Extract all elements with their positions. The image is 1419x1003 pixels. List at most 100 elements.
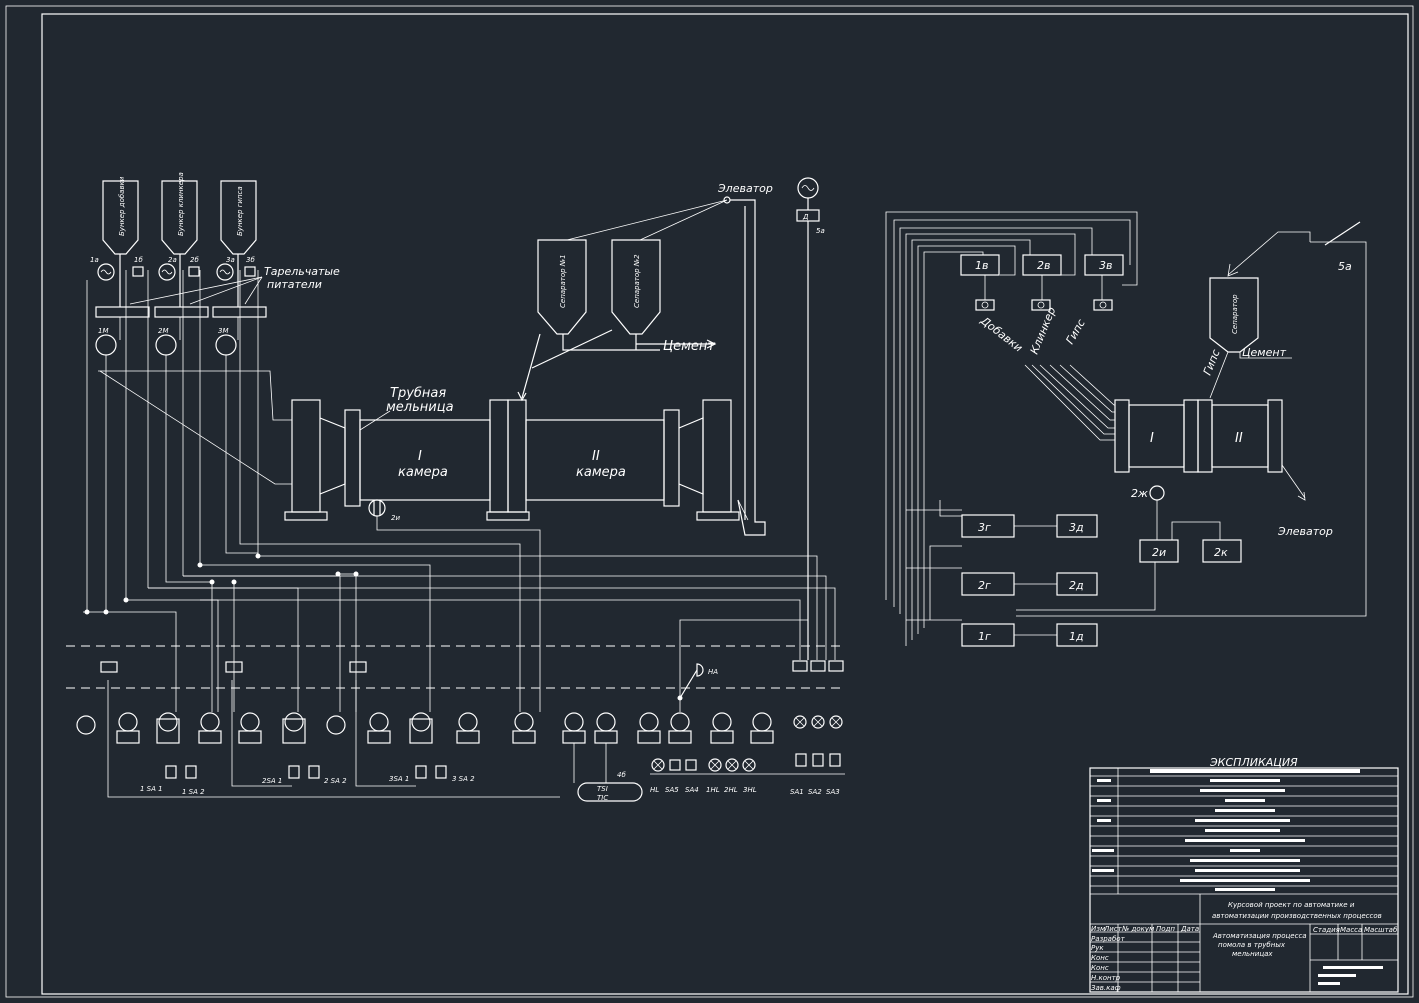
role-2: Рук — [1091, 944, 1104, 952]
tag-5a-right: 5а — [1338, 260, 1352, 273]
tag-2a: 2а — [168, 256, 177, 264]
mat-klinker: Клинкер — [1028, 305, 1059, 356]
block-2i: 2и — [1152, 546, 1166, 559]
lamp-sa5: SA5 — [665, 786, 679, 794]
role-3: Конс — [1091, 954, 1109, 962]
panel-instruments — [76, 712, 843, 744]
elevator-label: Элеватор — [717, 182, 773, 195]
lamp-3hl: 3HL — [743, 786, 757, 794]
right-chamber-2: II — [1235, 431, 1243, 446]
block-1d: 1д — [1069, 630, 1084, 643]
title-block: ЭКСПЛИКАЦИЯ Курсовой проект по автоматик… — [1089, 756, 1399, 993]
chamber1-label: камера — [398, 465, 448, 480]
feeders-label-2: питатели — [267, 278, 322, 291]
block-1g: 1г — [978, 630, 991, 643]
lamp-sa1: SA1 — [790, 788, 804, 796]
lamp-sa4: SA4 — [685, 786, 699, 794]
separator-1: Сепаратор №1 — [537, 239, 587, 335]
right-gips: Гипс — [1201, 348, 1223, 377]
block-2d: 2д — [1069, 579, 1084, 592]
bunker-2: Бункер клинкера — [161, 172, 198, 255]
tag-3m: 3М — [218, 327, 229, 335]
tag-1a: 1а — [90, 256, 99, 264]
tube-mill: Трубная мельница I камера II камера 2и — [284, 386, 740, 522]
separator-1-label: Сепаратор №1 — [559, 254, 567, 308]
lamp-1hl: 1HL — [706, 786, 720, 794]
role-6: Зав.каф — [1091, 984, 1121, 992]
chamber2-label: камера — [576, 465, 626, 480]
tag-2m: 2М — [158, 327, 169, 335]
ctrl-2v: 2в — [1037, 259, 1050, 272]
block-2g: 2г — [978, 579, 991, 592]
project-line-1: Курсовой проект по автоматике и — [1228, 901, 1355, 909]
mill-label-1: Трубная — [390, 386, 446, 401]
tag-3b: 3б — [246, 256, 255, 264]
left-scheme: Бункер добавки Бункер клинкера Бункер ги… — [66, 172, 846, 802]
tag-5a: 5а — [816, 227, 825, 235]
lamp-hl: HL — [650, 786, 659, 794]
bunker-3: Бункер гипса — [220, 180, 257, 255]
ctrl-3v: 3в — [1099, 259, 1112, 272]
doc-title-1: Автоматизация процесса — [1212, 932, 1307, 940]
lamp-2hl: 2HL — [724, 786, 738, 794]
right-chamber-1: I — [1150, 431, 1154, 446]
doc-title-2: помола в трубных — [1218, 941, 1286, 949]
switch-3sa2: 3 SA 2 — [452, 775, 475, 783]
role-5: Н.контр — [1091, 974, 1121, 982]
mill-label-2: мельница — [386, 400, 454, 415]
switch-1sa1: 1 SA 1 — [140, 785, 163, 793]
stage-col-2: Масса — [1340, 926, 1362, 934]
right-scheme: 1в 2в 3в Добавки Клинкер Гипс I II Элева… — [885, 211, 1367, 647]
technical-drawing: Бункер добавки Бункер клинкера Бункер ги… — [5, 5, 1414, 998]
chamber1-num: I — [418, 449, 422, 464]
block-3g: 3г — [978, 521, 991, 534]
stage-col-3: Масштаб — [1364, 926, 1398, 934]
lamp-sa2: SA2 — [808, 788, 822, 796]
hdr-list: Лист — [1103, 925, 1123, 933]
switch-3sa1: 3SA 1 — [389, 775, 409, 783]
outer-frame — [5, 5, 1414, 998]
switch-1sa2: 1 SA 2 — [182, 788, 205, 796]
hdr-date: Дата — [1180, 925, 1199, 933]
chamber2-num: II — [592, 449, 600, 464]
role-4: Конс — [1091, 964, 1109, 972]
bunker-3-label: Бункер гипса — [236, 186, 244, 236]
mat-dobavki: Добавки — [977, 314, 1025, 355]
separator-2: Сепаратор №2 — [611, 239, 661, 335]
cement-label: Цемент — [663, 339, 715, 354]
separator-2-label: Сепаратор №2 — [633, 254, 641, 308]
recorder-tag: 4б — [617, 771, 626, 779]
right-cement: Цемент — [1242, 346, 1287, 359]
bunker-1: Бункер добавки — [102, 176, 139, 255]
gen-box-label: Д — [802, 213, 809, 221]
bunker-2-label: Бункер клинкера — [177, 172, 185, 236]
recorder-tsi: TSI — [597, 785, 608, 793]
bunker-1-label: Бункер добавки — [118, 176, 126, 236]
hdr-doc: № докум — [1121, 925, 1155, 933]
stage-col-1: Стадия — [1313, 926, 1340, 934]
tag-3a: 3а — [226, 256, 235, 264]
lamp-sa3: SA3 — [826, 788, 840, 796]
feeders-label-1: Тарельчатые — [264, 265, 340, 278]
block-3d: 3д — [1069, 521, 1084, 534]
right-elevator: Элеватор — [1277, 525, 1333, 538]
tag-2b: 2б — [190, 256, 199, 264]
block-2k: 2к — [1214, 546, 1228, 559]
ctrl-1v: 1в — [975, 259, 988, 272]
switch-2sa2: 2 SA 2 — [324, 777, 347, 785]
tag-1m: 1М — [98, 327, 109, 335]
hdr-sign: Подп — [1156, 925, 1175, 933]
mat-gips: Гипс — [1063, 317, 1088, 346]
right-separator-label: Сепаратор — [1231, 294, 1239, 334]
doc-title-3: мельницах — [1232, 950, 1273, 958]
role-1: Разработ — [1091, 935, 1126, 943]
inner-frame — [41, 13, 1409, 995]
horn-label: HA — [708, 668, 718, 676]
recorder-tic: TIC — [597, 794, 608, 802]
switch-2sa1: 2SA 1 — [262, 777, 282, 785]
tag-2i: 2и — [391, 514, 400, 522]
explication-heading: ЭКСПЛИКАЦИЯ — [1209, 756, 1298, 769]
tag-1b: 1б — [134, 256, 143, 264]
tag-2zh: 2ж — [1131, 487, 1148, 500]
project-line-2: автоматизации производственных процессов — [1212, 912, 1382, 920]
